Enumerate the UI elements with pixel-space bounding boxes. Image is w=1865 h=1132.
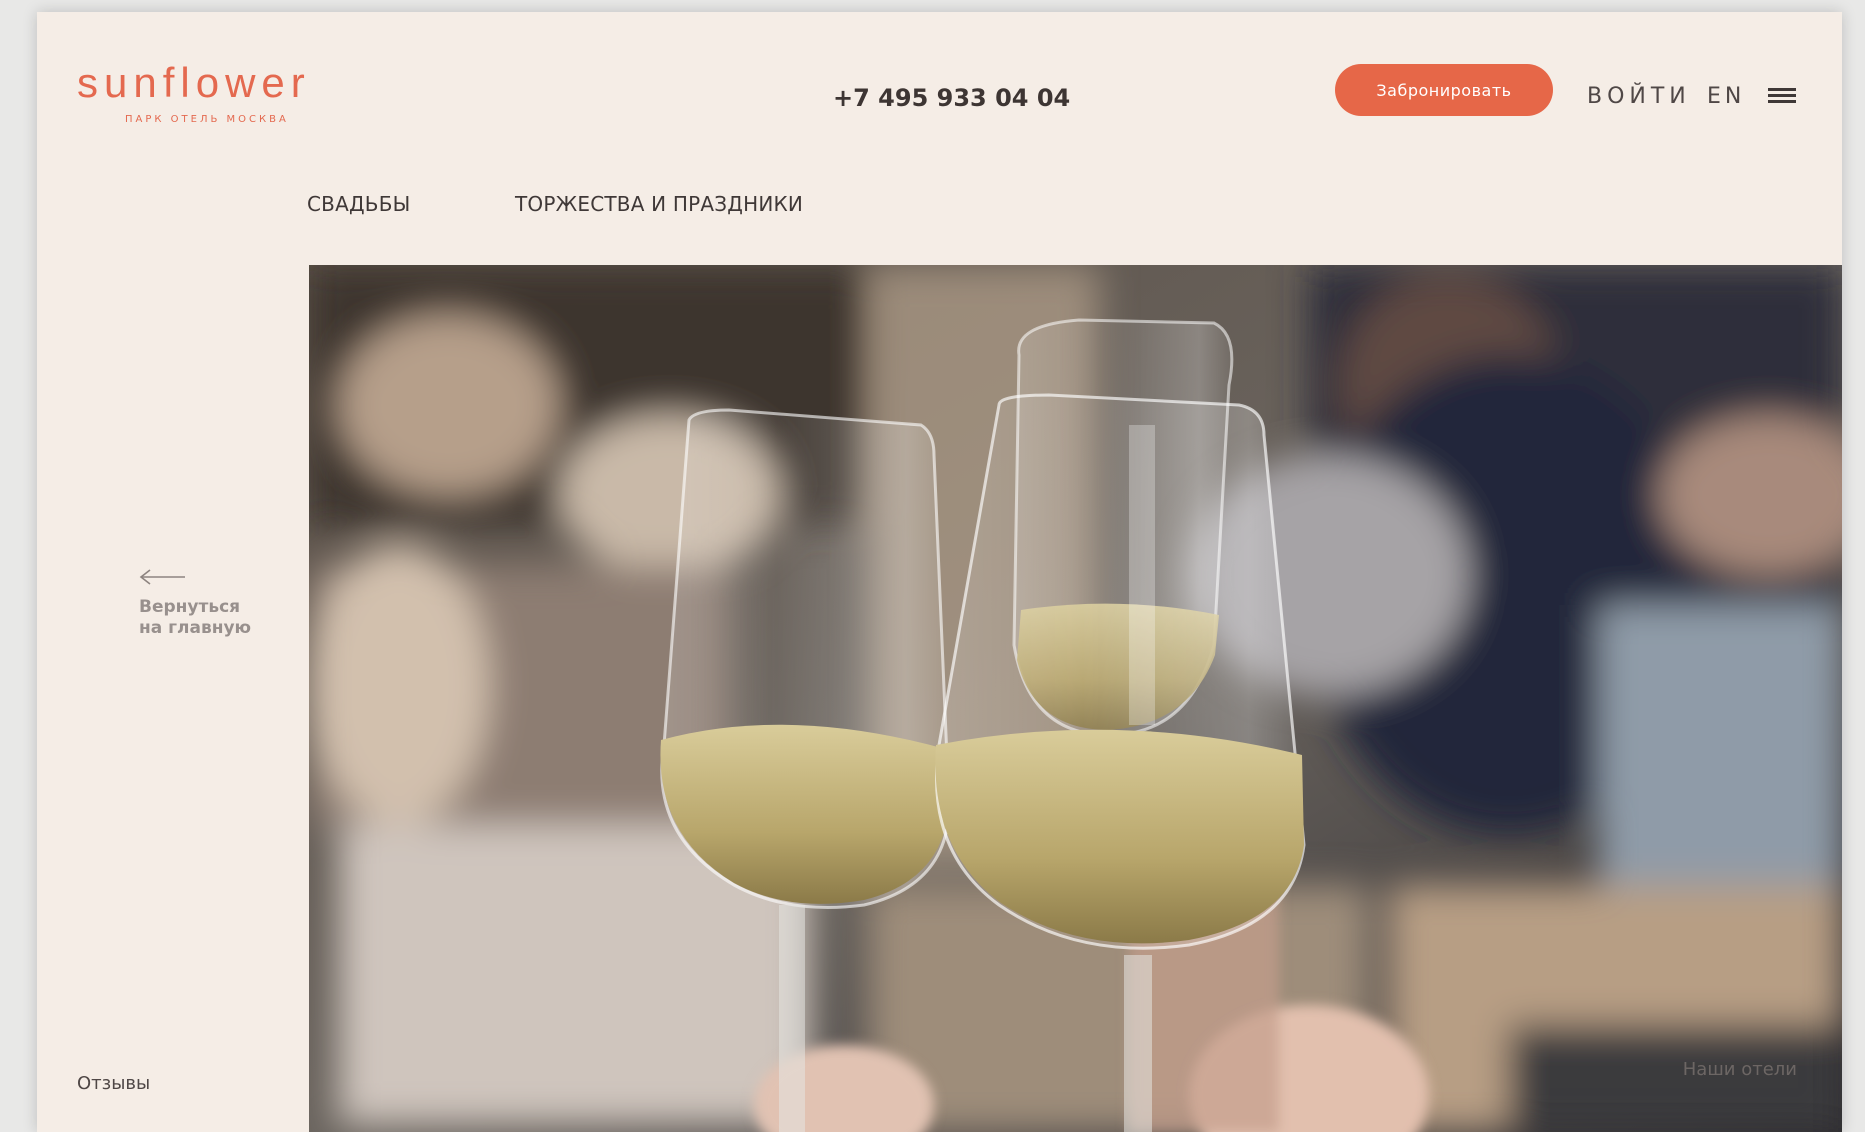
book-button[interactable]: Забронировать xyxy=(1335,64,1553,116)
login-link[interactable]: ВОЙТИ xyxy=(1587,84,1691,109)
language-switch[interactable]: EN xyxy=(1707,84,1745,109)
logo[interactable]: sunflower ПАРК ОТЕЛЬ МОСКВА xyxy=(77,62,337,140)
our-hotels-link[interactable]: Наши отели xyxy=(1683,1059,1797,1080)
landing-page: sunflower ПАРК ОТЕЛЬ МОСКВА +7 495 933 0… xyxy=(37,12,1842,1132)
back-to-home-link[interactable]: Вернуться на главную xyxy=(139,567,299,639)
subnav-celebrations[interactable]: ТОРЖЕСТВА И ПРАЗДНИКИ xyxy=(515,192,803,216)
back-link-line-1: Вернуться xyxy=(139,597,241,617)
logo-subtitle: ПАРК ОТЕЛЬ МОСКВА xyxy=(125,114,289,125)
reviews-link[interactable]: Отзывы xyxy=(77,1073,150,1094)
logo-wordmark: sunflower xyxy=(77,59,311,106)
wine-glasses-photo xyxy=(309,265,1842,1132)
subnav-weddings[interactable]: СВАДЬБЫ xyxy=(307,192,410,216)
left-arrow-icon xyxy=(139,569,185,585)
phone-number[interactable]: +7 495 933 04 04 xyxy=(833,84,1070,112)
back-link-line-2: на главную xyxy=(139,618,252,638)
hamburger-menu-icon[interactable] xyxy=(1768,88,1796,104)
hero-image: Наши отели xyxy=(309,265,1842,1132)
